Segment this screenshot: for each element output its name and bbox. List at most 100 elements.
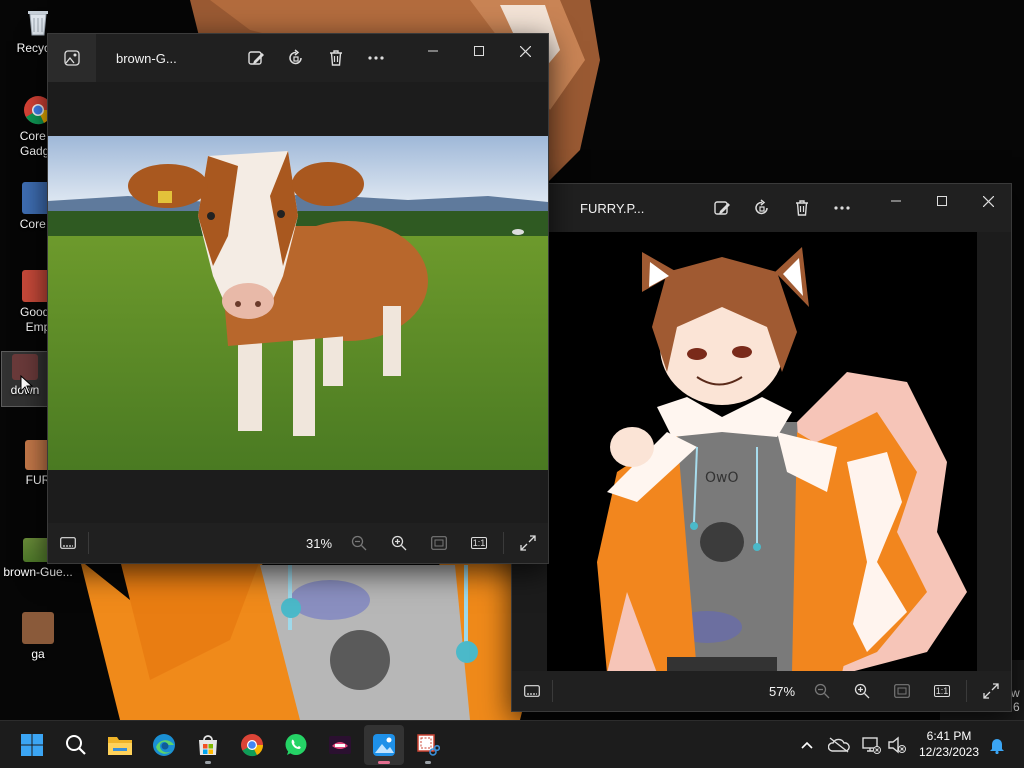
whatsapp-icon bbox=[285, 734, 307, 755]
delete-button[interactable] bbox=[782, 188, 822, 228]
network-disconnected-icon bbox=[862, 737, 881, 754]
minimize-icon bbox=[891, 200, 901, 202]
filmstrip-button[interactable] bbox=[512, 671, 552, 711]
zoom-level[interactable]: 31% bbox=[299, 536, 339, 551]
fit-to-window-button[interactable] bbox=[419, 523, 459, 563]
minimize-button[interactable] bbox=[873, 184, 919, 218]
clock[interactable]: 6:41 PM 12/23/2023 bbox=[915, 728, 983, 760]
taskbar: 6:41 PM 12/23/2023 bbox=[0, 720, 1024, 768]
edit-image-icon bbox=[714, 201, 730, 215]
full-screen-icon bbox=[520, 535, 536, 551]
divider bbox=[88, 532, 89, 554]
photos-window-furry[interactable]: FURRY.P... OwO 57% 1:1 bbox=[511, 183, 1012, 712]
taskbar-photos[interactable] bbox=[364, 725, 404, 765]
zoom-in-icon bbox=[854, 683, 870, 699]
fit-to-window-icon bbox=[894, 684, 910, 698]
volume-button[interactable] bbox=[884, 721, 910, 768]
image-viewer[interactable] bbox=[48, 82, 548, 523]
taskbar-search-button[interactable] bbox=[56, 725, 96, 765]
rotate-icon bbox=[289, 49, 302, 65]
zoom-level[interactable]: 57% bbox=[762, 684, 802, 699]
more-icon bbox=[834, 206, 850, 210]
photos-icon bbox=[373, 734, 395, 756]
taskbar-snipping-tool[interactable] bbox=[408, 725, 448, 765]
edit-image-button[interactable] bbox=[702, 188, 742, 228]
zoom-out-button[interactable] bbox=[339, 523, 379, 563]
maximize-button[interactable] bbox=[919, 184, 965, 218]
running-indicator bbox=[205, 761, 211, 764]
image-thumbnail-icon bbox=[22, 612, 54, 644]
furry-character-image: OwO bbox=[547, 232, 977, 671]
edit-image-icon bbox=[248, 51, 264, 65]
close-button[interactable] bbox=[502, 34, 548, 68]
photos-app-badge bbox=[48, 34, 96, 82]
volume-muted-icon bbox=[888, 736, 906, 754]
show-hidden-icons-button[interactable] bbox=[796, 721, 818, 768]
filmstrip-button[interactable] bbox=[48, 523, 88, 563]
cow-photo bbox=[48, 136, 548, 470]
taskbar-store[interactable] bbox=[188, 725, 228, 765]
taskbar-whatsapp[interactable] bbox=[276, 725, 316, 765]
full-screen-button[interactable] bbox=[508, 523, 548, 563]
actual-size-button[interactable]: 1:1 bbox=[922, 671, 962, 711]
delete-button[interactable] bbox=[316, 38, 356, 78]
more-icon bbox=[368, 56, 384, 60]
wallpaper-edge-text-2: 6 bbox=[1013, 700, 1020, 714]
running-indicator bbox=[425, 761, 431, 764]
image-viewer[interactable]: OwO bbox=[512, 232, 1011, 671]
taskbar-edge[interactable] bbox=[144, 725, 184, 765]
onedrive-button[interactable] bbox=[826, 721, 852, 768]
desktop-icon-ga[interactable]: ga bbox=[2, 612, 74, 662]
windows-logo-icon bbox=[21, 734, 43, 756]
network-button[interactable] bbox=[858, 721, 884, 768]
minimize-button[interactable] bbox=[410, 34, 456, 68]
title-bar[interactable]: FURRY.P... bbox=[512, 184, 1011, 232]
window-title: brown-G... bbox=[116, 50, 177, 66]
actual-size-button[interactable]: 1:1 bbox=[459, 523, 499, 563]
zoom-out-button[interactable] bbox=[802, 671, 842, 711]
maximize-icon bbox=[474, 46, 484, 56]
taskbar-start-button[interactable] bbox=[12, 725, 52, 765]
full-screen-icon bbox=[983, 683, 999, 699]
zoom-in-icon bbox=[391, 535, 407, 551]
edit-image-button[interactable] bbox=[236, 38, 276, 78]
notifications-button[interactable] bbox=[984, 721, 1010, 768]
photos-window-cow[interactable]: brown-G... 31% 1:1 bbox=[47, 33, 549, 564]
divider bbox=[966, 680, 967, 702]
microsoft-store-icon bbox=[199, 735, 217, 755]
taskbar-chrome[interactable] bbox=[232, 725, 272, 765]
more-options-button[interactable] bbox=[822, 188, 862, 228]
chrome-icon bbox=[241, 734, 264, 757]
fit-to-window-button[interactable] bbox=[882, 671, 922, 711]
desktop-icon-label: ga bbox=[31, 647, 45, 661]
zoom-in-button[interactable] bbox=[379, 523, 419, 563]
actual-size-icon: 1:1 bbox=[933, 685, 951, 697]
maximize-icon bbox=[937, 196, 947, 206]
notification-bell-icon bbox=[990, 739, 1004, 754]
full-screen-button[interactable] bbox=[971, 671, 1011, 711]
hoodie-text: OwO bbox=[705, 470, 739, 486]
zoom-out-icon bbox=[814, 683, 830, 699]
rotate-icon bbox=[755, 199, 768, 215]
clock-date: 12/23/2023 bbox=[918, 745, 980, 759]
bottom-toolbar: 31% 1:1 bbox=[48, 523, 548, 563]
taskbar-game-app[interactable] bbox=[320, 725, 360, 765]
maximize-button[interactable] bbox=[456, 34, 502, 68]
rotate-button[interactable] bbox=[276, 38, 316, 78]
zoom-out-icon bbox=[351, 535, 367, 551]
filmstrip-icon bbox=[60, 537, 76, 549]
close-button[interactable] bbox=[965, 184, 1011, 218]
fit-to-window-icon bbox=[431, 536, 447, 550]
actual-size-icon: 1:1 bbox=[470, 537, 488, 549]
zoom-in-button[interactable] bbox=[842, 671, 882, 711]
mouse-pointer-icon bbox=[20, 375, 34, 395]
search-icon bbox=[66, 735, 86, 755]
taskbar-file-explorer[interactable] bbox=[100, 725, 140, 765]
edge-browser-icon bbox=[153, 734, 175, 756]
rotate-button[interactable] bbox=[742, 188, 782, 228]
clock-time: 6:41 PM bbox=[926, 729, 972, 743]
filmstrip-icon bbox=[524, 685, 540, 697]
more-options-button[interactable] bbox=[356, 38, 396, 78]
delete-icon bbox=[796, 200, 808, 216]
title-bar[interactable]: brown-G... bbox=[48, 34, 548, 82]
